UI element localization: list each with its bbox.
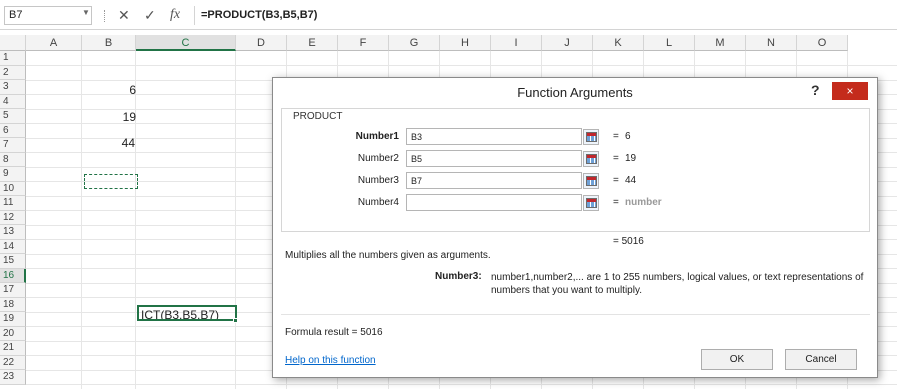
gridline xyxy=(26,384,897,385)
argument-description: number1,number2,... are 1 to 255 numbers… xyxy=(491,272,864,296)
column-header-j[interactable]: J xyxy=(542,35,593,51)
gridline xyxy=(26,65,897,66)
function-arguments-dialog: Function Arguments ? × PRODUCT Number1 B3… xyxy=(272,77,878,378)
reference-highlight xyxy=(84,174,138,189)
row-header-16[interactable]: 16 xyxy=(0,268,26,283)
column-header-d[interactable]: D xyxy=(236,35,287,51)
row-header-19[interactable]: 19 xyxy=(0,312,26,327)
row-header-2[interactable]: 2 xyxy=(0,65,26,80)
column-header-m[interactable]: M xyxy=(695,35,746,51)
formula-result: Formula result = 5016 xyxy=(285,327,383,338)
row-header-12[interactable]: 12 xyxy=(0,210,26,225)
arg-label-4: Number4 xyxy=(357,197,399,208)
column-header-o[interactable]: O xyxy=(797,35,848,51)
formula-bar: B7 ▼ ✕ ✓ fx =PRODUCT(B3,B5,B7) xyxy=(0,0,897,30)
dialog-title: Function Arguments xyxy=(517,85,633,100)
range-selector-icon[interactable] xyxy=(583,195,599,211)
row-header-15[interactable]: 15 xyxy=(0,254,26,269)
column-header-l[interactable]: L xyxy=(644,35,695,51)
row-header-1[interactable]: 1 xyxy=(0,51,26,66)
column-header-n[interactable]: N xyxy=(746,35,797,51)
gridline xyxy=(81,51,82,389)
row-header-21[interactable]: 21 xyxy=(0,341,26,356)
arg-result-3: 44 xyxy=(625,175,637,186)
arg-label-2: Number2 xyxy=(357,153,399,164)
row-header-8[interactable]: 8 xyxy=(0,152,26,167)
name-box[interactable]: B7 xyxy=(4,6,92,25)
range-selector-glyph xyxy=(586,198,597,208)
active-cell-c16[interactable]: ICT(B3,B5,B7) xyxy=(137,305,237,321)
column-header-a[interactable]: A xyxy=(26,35,82,51)
cancel-button[interactable]: Cancel xyxy=(785,349,857,370)
column-header-c[interactable]: C xyxy=(136,35,236,51)
cell-b7[interactable]: 44 xyxy=(84,136,135,150)
row-header-10[interactable]: 10 xyxy=(0,181,26,196)
cancel-formula-icon[interactable]: ✕ xyxy=(118,7,130,24)
function-group: PRODUCT xyxy=(281,108,870,232)
column-header-e[interactable]: E xyxy=(287,35,338,51)
row-header-3[interactable]: 3 xyxy=(0,80,26,95)
row-header-22[interactable]: 22 xyxy=(0,355,26,370)
ok-button[interactable]: OK xyxy=(701,349,773,370)
gridline xyxy=(135,51,136,389)
help-link[interactable]: Help on this function xyxy=(285,355,376,366)
row-header-6[interactable]: 6 xyxy=(0,123,26,138)
help-icon[interactable]: ? xyxy=(811,82,820,98)
column-header-f[interactable]: F xyxy=(338,35,389,51)
arg-label-1: Number1 xyxy=(355,131,399,142)
function-description: Multiplies all the numbers given as argu… xyxy=(285,250,491,261)
overall-result: = 5016 xyxy=(613,236,644,247)
cell-b5[interactable]: 19 xyxy=(84,110,136,124)
row-header-14[interactable]: 14 xyxy=(0,239,26,254)
enter-formula-icon[interactable]: ✓ xyxy=(144,7,156,24)
column-header-g[interactable]: G xyxy=(389,35,440,51)
range-selector-icon[interactable] xyxy=(583,151,599,167)
arg-result-2: 19 xyxy=(625,153,637,164)
arg-label-3: Number3 xyxy=(357,175,399,186)
arg-input-1[interactable]: B3 xyxy=(406,128,582,145)
column-header-k[interactable]: K xyxy=(593,35,644,51)
row-header-5[interactable]: 5 xyxy=(0,109,26,124)
arg-result-1: 6 xyxy=(625,131,631,142)
range-selector-glyph xyxy=(586,132,597,142)
argument-name: Number3: xyxy=(435,271,482,282)
select-all-corner[interactable] xyxy=(0,35,26,51)
arg-input-3[interactable]: B7 xyxy=(406,172,582,189)
row-header-9[interactable]: 9 xyxy=(0,167,26,182)
arg-equals: = xyxy=(613,153,619,164)
chevron-down-icon[interactable]: ▼ xyxy=(82,8,90,17)
row-header-13[interactable]: 13 xyxy=(0,225,26,240)
row-header-7[interactable]: 7 xyxy=(0,138,26,153)
row-header-11[interactable]: 11 xyxy=(0,196,26,211)
range-selector-icon[interactable] xyxy=(583,129,599,145)
gridline xyxy=(235,51,236,389)
function-name: PRODUCT xyxy=(290,111,346,122)
column-header-i[interactable]: I xyxy=(491,35,542,51)
arg-equals: = xyxy=(613,197,619,208)
arg-equals: = xyxy=(613,131,619,142)
row-header-20[interactable]: 20 xyxy=(0,326,26,341)
range-selector-glyph xyxy=(586,176,597,186)
formula-input[interactable]: =PRODUCT(B3,B5,B7) xyxy=(194,6,894,25)
row-header-4[interactable]: 4 xyxy=(0,94,26,109)
range-selector-icon[interactable] xyxy=(583,173,599,189)
row-header-18[interactable]: 18 xyxy=(0,297,26,312)
arg-input-4[interactable] xyxy=(406,194,582,211)
row-header-17[interactable]: 17 xyxy=(0,283,26,298)
cell-b3[interactable]: 6 xyxy=(84,83,136,97)
column-header-h[interactable]: H xyxy=(440,35,491,51)
column-header-b[interactable]: B xyxy=(82,35,136,51)
row-header-23[interactable]: 23 xyxy=(0,370,26,385)
range-selector-glyph xyxy=(586,154,597,164)
insert-function-icon[interactable]: fx xyxy=(170,7,180,23)
arg-result-4: number xyxy=(625,197,662,208)
arg-input-2[interactable]: B5 xyxy=(406,150,582,167)
close-button[interactable]: × xyxy=(832,82,868,100)
arg-equals: = xyxy=(613,175,619,186)
divider xyxy=(281,314,870,315)
fill-handle[interactable] xyxy=(233,318,238,323)
separator xyxy=(104,10,106,22)
